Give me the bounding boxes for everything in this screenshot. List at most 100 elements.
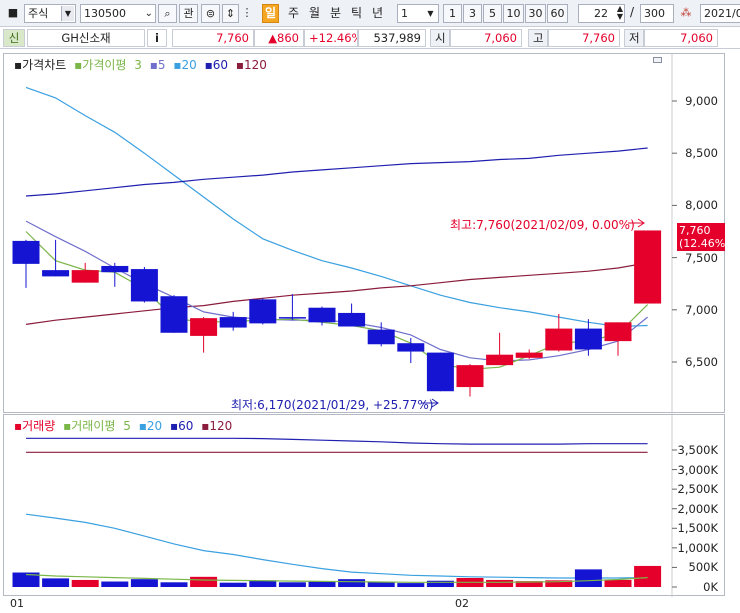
volume-chart-panel[interactable]: ▪거래량 ▪거래이평 5 ▪20 ▪60 ▪120 3,500K 3,000K … bbox=[3, 414, 725, 597]
count-separator: / bbox=[630, 5, 635, 19]
volume-bar bbox=[219, 582, 247, 587]
view-count-value: 22 bbox=[594, 7, 608, 20]
interval-select[interactable]: 1 ▼ bbox=[397, 4, 439, 23]
view-count-stepper[interactable]: 22 ▲ ▼ bbox=[578, 4, 625, 23]
interval-preset-30[interactable]: 30 bbox=[525, 4, 546, 23]
period-tab-month[interactable]: 월 bbox=[306, 4, 323, 23]
volume-bar bbox=[278, 582, 306, 587]
market-type-select[interactable]: 주식 ▼ bbox=[24, 4, 76, 23]
chart-toolbar: ■ 주식 ▼ 130500 ⌄ ⌕ 관 ⊜ ⇕ ⋮ 일 주 월 분 틱 년 1 … bbox=[0, 0, 740, 27]
period-tab-year[interactable]: 년 bbox=[369, 4, 386, 23]
period-tab-tick[interactable]: 틱 bbox=[348, 4, 365, 23]
candle-body bbox=[338, 312, 366, 327]
menu-icon[interactable]: ■ bbox=[3, 4, 23, 23]
chevron-down-icon[interactable]: ▼ bbox=[424, 6, 437, 21]
gwan-button[interactable]: 관 bbox=[179, 4, 198, 23]
vma20-line bbox=[25, 513, 648, 579]
volume-bar bbox=[338, 579, 366, 587]
candle-body bbox=[101, 265, 129, 273]
total-count-input[interactable]: 300 bbox=[640, 4, 674, 23]
price-change: ▲860 bbox=[254, 29, 304, 47]
candle-body bbox=[397, 343, 425, 352]
x-tick-jan: 01 bbox=[10, 597, 24, 610]
volume-bar bbox=[160, 582, 188, 587]
volume-tick: 2,500K bbox=[677, 482, 718, 497]
current-price-tag: 7,760 (12.46%) bbox=[677, 223, 730, 251]
settings-grid-icon[interactable]: ⁂ bbox=[676, 4, 696, 23]
high-label: 고 bbox=[528, 29, 548, 47]
volume-bar bbox=[101, 581, 129, 587]
candle-body bbox=[456, 365, 484, 388]
stock-code-input[interactable]: 130500 ⌄ bbox=[80, 4, 156, 23]
interval-preset-5[interactable]: 5 bbox=[483, 4, 502, 23]
candle-body bbox=[249, 299, 277, 324]
min-annotation: 최저:6,170(2021/01/29, +25.77%) bbox=[231, 398, 434, 412]
candle-body bbox=[367, 329, 395, 345]
candle-body bbox=[574, 328, 602, 350]
ma20-line bbox=[25, 86, 648, 328]
candle-body bbox=[12, 240, 40, 264]
candle-body bbox=[515, 352, 543, 358]
ma60-line bbox=[25, 147, 648, 197]
price-tick: 9,000 bbox=[685, 94, 718, 108]
price-chart-panel[interactable]: ▪가격차트 ▪가격이평 3 ▪5 ▪20 ▪60 ▪120 9,000 8,50… bbox=[3, 53, 730, 414]
period-tab-minute[interactable]: 분 bbox=[327, 4, 344, 23]
date-value: 2021/0 bbox=[704, 7, 740, 20]
search-icon[interactable]: ⌕ bbox=[158, 4, 177, 23]
volume-bar bbox=[574, 569, 602, 587]
candle-body bbox=[486, 354, 514, 366]
link-icon[interactable]: ⊜ bbox=[201, 4, 220, 23]
interval-preset-60[interactable]: 60 bbox=[547, 4, 568, 23]
volume-value: 537,989 bbox=[358, 29, 426, 47]
interval-value: 1 bbox=[401, 7, 408, 20]
candle-body bbox=[160, 296, 188, 333]
candle-body bbox=[545, 328, 573, 351]
candle-body bbox=[634, 230, 662, 304]
volume-tick: 0K bbox=[703, 580, 718, 594]
max-annotation: 최고:7,760(2021/02/09, 0.00%) bbox=[450, 218, 635, 232]
high-value: 7,760 bbox=[548, 29, 620, 47]
candle-body bbox=[278, 317, 306, 319]
volume-bar bbox=[604, 579, 632, 587]
volume-bar bbox=[130, 579, 158, 587]
price-chart-svg bbox=[12, 54, 677, 414]
current-price: 7,760 bbox=[172, 29, 254, 47]
info-button[interactable]: i bbox=[147, 29, 167, 47]
price-tick: 6,500 bbox=[685, 355, 718, 369]
market-type-value: 주식 bbox=[28, 7, 49, 20]
interval-preset-3[interactable]: 3 bbox=[463, 4, 482, 23]
interval-preset-1[interactable]: 1 bbox=[443, 4, 462, 23]
open-label: 시 bbox=[430, 29, 450, 47]
volume-bar bbox=[190, 576, 218, 587]
volume-chart-svg bbox=[12, 415, 677, 597]
volume-bar bbox=[42, 578, 70, 587]
volume-tick: 1,000K bbox=[677, 540, 718, 555]
volume-tick: 3,500K bbox=[677, 443, 718, 457]
credit-badge: 신 bbox=[3, 29, 25, 47]
stepper-icon[interactable]: ⇕ bbox=[222, 4, 239, 23]
low-value: 7,060 bbox=[644, 29, 718, 47]
low-label: 저 bbox=[624, 29, 644, 47]
candle-body bbox=[426, 352, 454, 392]
volume-tick: 2,000K bbox=[677, 501, 718, 516]
price-tick: 7,000 bbox=[685, 302, 718, 317]
candle-body bbox=[71, 270, 99, 283]
volume-bar bbox=[426, 580, 454, 587]
candle-body bbox=[42, 270, 70, 277]
chevron-down-icon[interactable]: ⌄ bbox=[145, 5, 153, 22]
total-count-value: 300 bbox=[644, 7, 665, 20]
open-value: 7,060 bbox=[450, 29, 522, 47]
volume-bar bbox=[634, 565, 662, 587]
date-input[interactable]: 2021/0 bbox=[700, 4, 740, 23]
stock-code-value: 130500 bbox=[84, 7, 126, 20]
more-icon[interactable]: ⋮ bbox=[241, 4, 253, 23]
stepper-arrows-icon[interactable]: ▲ ▼ bbox=[617, 5, 623, 21]
candle-body bbox=[219, 317, 247, 328]
price-tick: 8,000 bbox=[685, 198, 718, 213]
candle-body bbox=[308, 307, 336, 323]
chevron-down-icon[interactable]: ▼ bbox=[61, 6, 74, 21]
period-tab-week[interactable]: 주 bbox=[285, 4, 302, 23]
price-tick: 7,500 bbox=[685, 250, 718, 265]
interval-preset-10[interactable]: 10 bbox=[503, 4, 524, 23]
period-tab-day[interactable]: 일 bbox=[262, 4, 279, 23]
